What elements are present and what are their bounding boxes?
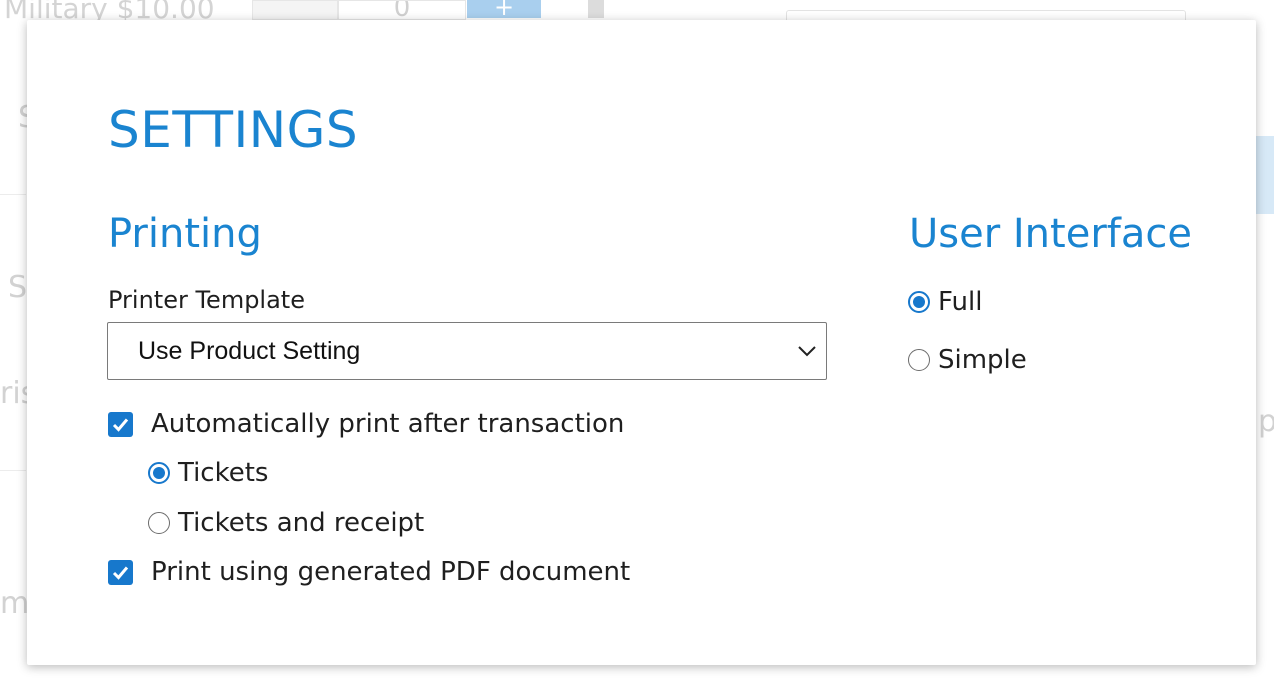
- checkmark-icon: [112, 566, 129, 580]
- tickets-and-receipt-radio[interactable]: [148, 512, 170, 534]
- background-text-fragment: p: [1258, 404, 1274, 439]
- dialog-title: SETTINGS: [108, 101, 359, 159]
- full-radio[interactable]: [908, 291, 930, 313]
- ui-option-full[interactable]: Full: [908, 286, 982, 318]
- printer-template-select[interactable]: Use Product Setting: [107, 322, 827, 380]
- background-text-fragment: m: [0, 586, 30, 621]
- chevron-down-icon: [798, 346, 816, 357]
- pdf-print-checkbox[interactable]: [108, 559, 133, 585]
- checkmark-icon: [112, 418, 129, 432]
- pdf-print-option[interactable]: Print using generated PDF document: [108, 556, 630, 588]
- background-divider: [0, 470, 26, 471]
- full-label: Full: [938, 287, 983, 317]
- tickets-radio[interactable]: [148, 462, 170, 484]
- printer-template-label: Printer Template: [108, 286, 305, 314]
- printer-template-value: Use Product Setting: [138, 337, 361, 365]
- background-side-panel: [1256, 136, 1274, 214]
- background-decrement-button: [252, 0, 338, 20]
- print-option-tickets-and-receipt[interactable]: Tickets and receipt: [148, 507, 424, 539]
- background-scrollbar: [588, 0, 604, 18]
- tickets-and-receipt-label: Tickets and receipt: [178, 508, 425, 538]
- pdf-print-label: Print using generated PDF document: [151, 557, 631, 587]
- auto-print-label: Automatically print after transaction: [151, 409, 625, 439]
- simple-radio[interactable]: [908, 349, 930, 371]
- background-quantity: 0: [338, 0, 466, 20]
- background-divider: [0, 194, 26, 195]
- ui-option-simple[interactable]: Simple: [908, 344, 1027, 376]
- print-option-tickets[interactable]: Tickets: [148, 457, 268, 489]
- simple-label: Simple: [938, 345, 1027, 375]
- background-increment-button: +: [467, 0, 541, 18]
- background-text-fragment: S: [8, 270, 28, 305]
- user-interface-section-title: User Interface: [909, 211, 1192, 257]
- settings-dialog: SETTINGS Printing Printer Template Use P…: [27, 20, 1256, 665]
- auto-print-checkbox[interactable]: [108, 411, 133, 437]
- auto-print-option[interactable]: Automatically print after transaction: [108, 408, 624, 440]
- printing-section-title: Printing: [108, 211, 262, 257]
- tickets-label: Tickets: [178, 458, 269, 488]
